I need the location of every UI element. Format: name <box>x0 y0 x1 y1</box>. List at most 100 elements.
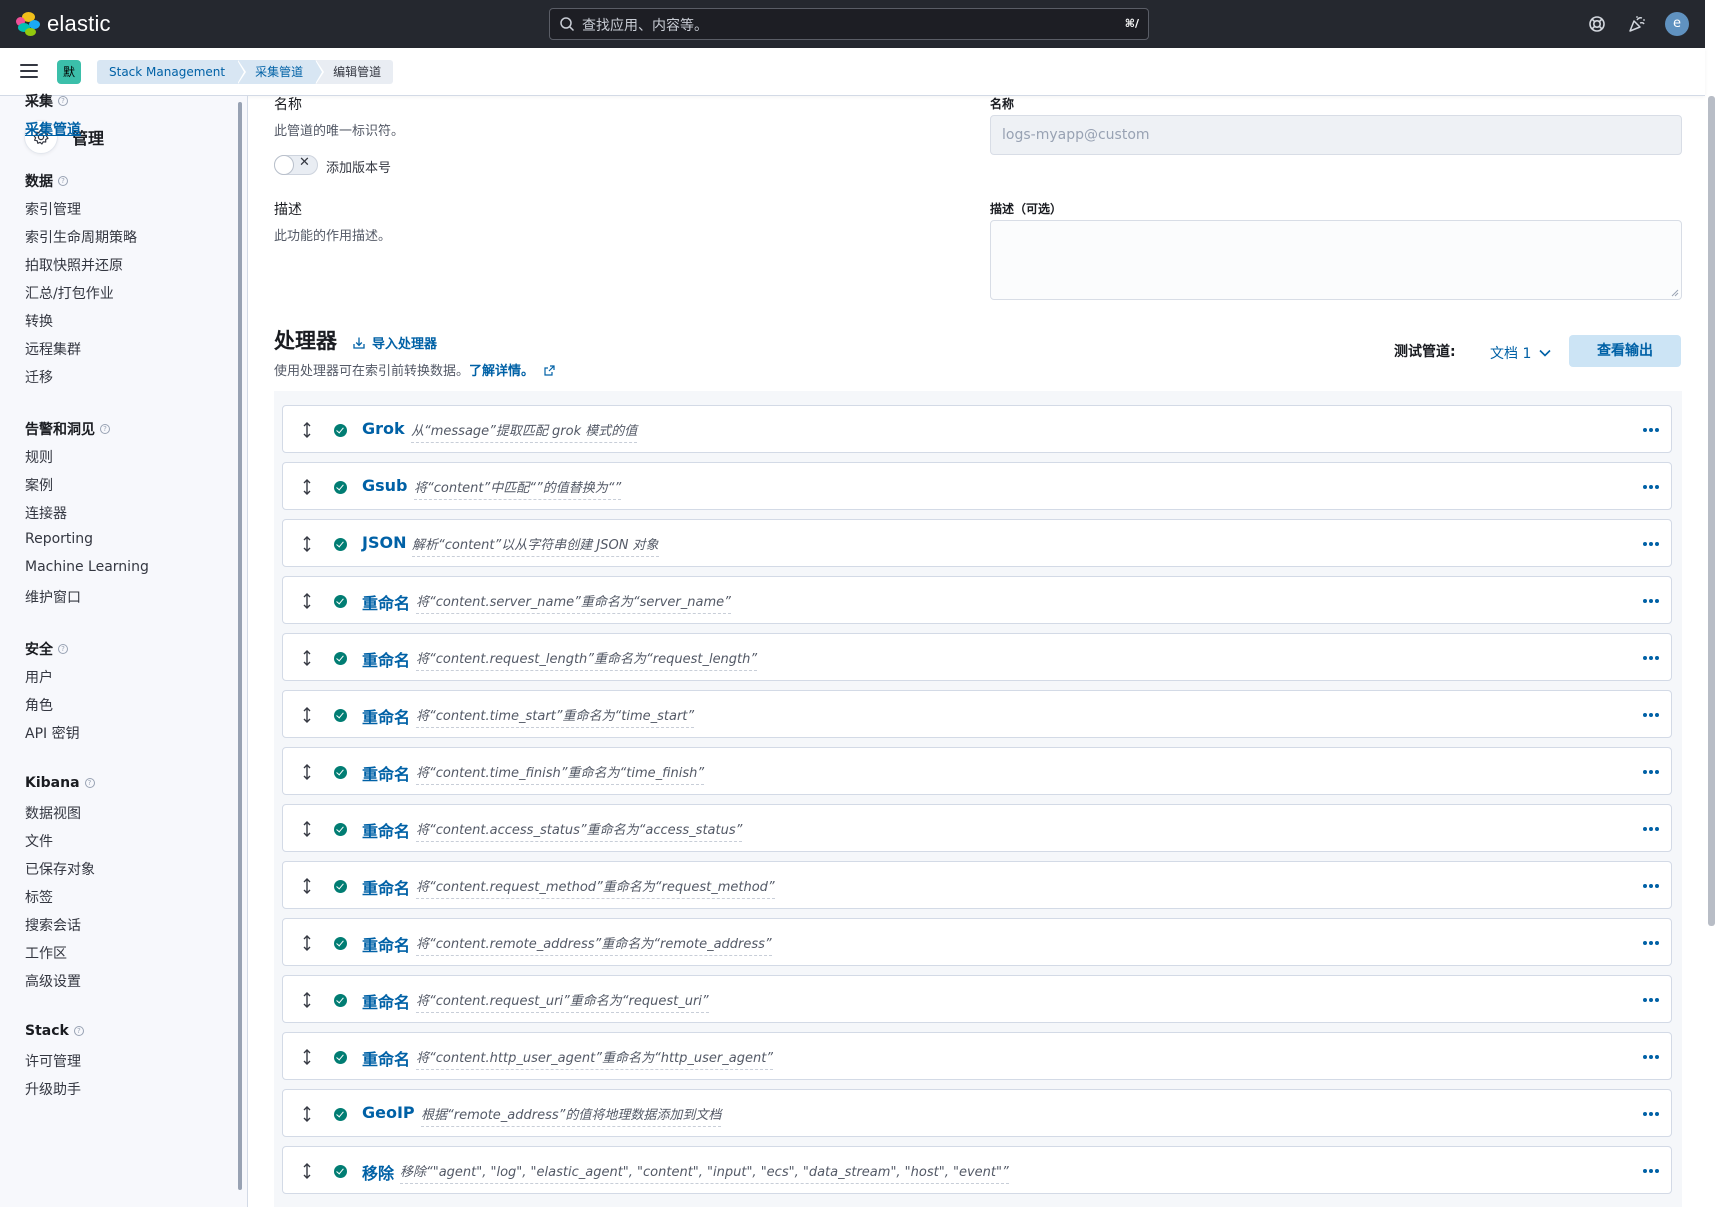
processor-name[interactable]: 重命名 <box>362 590 410 614</box>
drag-handle-icon[interactable] <box>301 991 313 1009</box>
sidebar-item[interactable]: 汇总/打包作业 <box>25 283 114 303</box>
drag-handle-icon[interactable] <box>301 592 313 610</box>
more-actions-icon[interactable] <box>1643 1112 1659 1116</box>
menu-toggle-icon[interactable] <box>20 64 38 78</box>
sidebar-scrollbar[interactable] <box>238 102 242 1190</box>
sidebar-item[interactable]: 用户 <box>25 667 53 687</box>
sidebar-item[interactable]: 远程集群 <box>25 339 81 359</box>
sidebar-item[interactable]: 索引生命周期策略 <box>25 227 137 247</box>
sidebar-item[interactable]: 工作区 <box>25 943 67 963</box>
processor-row[interactable]: 重命名 将“content.remote_address”重命名为“remote_… <box>282 918 1672 966</box>
processor-name[interactable]: 重命名 <box>362 875 410 899</box>
processor-row[interactable]: 重命名 将“content.access_status”重命名为“access_s… <box>282 804 1672 852</box>
sidebar-item[interactable]: 搜索会话 <box>25 915 81 935</box>
sidebar-item[interactable]: 标签 <box>25 887 53 907</box>
processor-name[interactable]: 重命名 <box>362 1046 410 1070</box>
page-scrollbar[interactable] <box>1708 96 1715 926</box>
pipeline-description-textarea[interactable] <box>990 220 1682 300</box>
sidebar-item[interactable]: 采集管道 <box>25 119 81 139</box>
processor-name[interactable]: 重命名 <box>362 647 410 671</box>
sidebar-item[interactable]: 索引管理 <box>25 199 81 219</box>
processor-name[interactable]: GeoIP <box>362 1103 415 1122</box>
processor-description[interactable]: 解析“content”以从字符串创建 JSON 对象 <box>412 534 659 557</box>
news-feed-icon[interactable] <box>1627 14 1647 34</box>
sidebar-item[interactable]: 数据视图 <box>25 803 81 823</box>
drag-handle-icon[interactable] <box>301 535 313 553</box>
import-processors-link[interactable]: 导入处理器 <box>352 333 437 352</box>
info-icon[interactable]: ? <box>84 778 95 788</box>
test-document-select[interactable]: 文档 1 <box>1490 343 1551 363</box>
processor-name[interactable]: 重命名 <box>362 989 410 1013</box>
processor-row[interactable]: 重命名 将“content.server_name”重命名为“server_nam… <box>282 576 1672 624</box>
more-actions-icon[interactable] <box>1643 428 1659 432</box>
processor-row[interactable]: GeoIP 根据“remote_address”的值将地理数据添加到文档 <box>282 1089 1672 1137</box>
processor-name[interactable]: 重命名 <box>362 818 410 842</box>
resize-handle-icon[interactable] <box>1671 289 1679 297</box>
drag-handle-icon[interactable] <box>301 1105 313 1123</box>
sidebar-item[interactable]: 已保存对象 <box>25 859 95 879</box>
drag-handle-icon[interactable] <box>301 478 313 496</box>
more-actions-icon[interactable] <box>1643 542 1659 546</box>
drag-handle-icon[interactable] <box>301 934 313 952</box>
sidebar-item[interactable]: 连接器 <box>25 503 67 523</box>
pipeline-name-input[interactable]: logs-myapp@custom <box>990 115 1682 155</box>
processor-name[interactable]: 重命名 <box>362 704 410 728</box>
processor-name[interactable]: 重命名 <box>362 761 410 785</box>
processor-description[interactable]: 将“content.http_user_agent”重命名为“http_user… <box>416 1047 774 1070</box>
processor-description[interactable]: 从“message”提取匹配 grok 模式的值 <box>411 420 638 443</box>
processor-row[interactable]: 重命名 将“content.request_length”重命名为“request… <box>282 633 1672 681</box>
processor-description[interactable]: 移除“"agent", "log", "elastic_agent", "con… <box>400 1161 1009 1184</box>
processor-row[interactable]: JSON 解析“content”以从字符串创建 JSON 对象 <box>282 519 1672 567</box>
processor-name[interactable]: Grok <box>362 419 405 438</box>
processor-row[interactable]: 重命名 将“content.request_method”重命名为“request… <box>282 861 1672 909</box>
info-icon[interactable]: ? <box>58 644 68 654</box>
space-avatar[interactable]: 默 <box>57 60 81 84</box>
more-actions-icon[interactable] <box>1643 1169 1659 1173</box>
sidebar-item[interactable]: 转换 <box>25 311 53 331</box>
processor-description[interactable]: 将“content.time_start”重命名为“time_start” <box>416 705 695 728</box>
more-actions-icon[interactable] <box>1643 656 1659 660</box>
sidebar-item[interactable]: 案例 <box>25 475 53 495</box>
processor-row[interactable]: 重命名 将“content.http_user_agent”重命名为“http_u… <box>282 1032 1672 1080</box>
breadcrumb-ingest-pipelines[interactable]: 采集管道 <box>237 60 325 84</box>
user-avatar[interactable]: e <box>1665 12 1689 36</box>
elastic-logo[interactable]: elastic <box>16 11 111 37</box>
drag-handle-icon[interactable] <box>301 820 313 838</box>
processor-name[interactable]: 重命名 <box>362 932 410 956</box>
processor-description[interactable]: 将“content.request_method”重命名为“request_me… <box>416 876 775 899</box>
more-actions-icon[interactable] <box>1643 884 1659 888</box>
processor-row[interactable]: 重命名 将“content.request_uri”重命名为“request_ur… <box>282 975 1672 1023</box>
sidebar-item[interactable]: 升级助手 <box>25 1079 81 1099</box>
processor-row[interactable]: 重命名 将“content.time_start”重命名为“time_start” <box>282 690 1672 738</box>
drag-handle-icon[interactable] <box>301 1162 313 1180</box>
processor-name[interactable]: 移除 <box>362 1160 394 1184</box>
global-search-input[interactable]: 查找应用、内容等。 ⌘/ <box>549 8 1149 40</box>
processor-row[interactable]: 重命名 将“content.time_finish”重命名为“time_finis… <box>282 747 1672 795</box>
version-toggle[interactable]: ✕ <box>274 155 318 175</box>
processor-description[interactable]: 将“content”中匹配“”的值替换为“” <box>414 477 622 500</box>
processor-description[interactable]: 将“content.remote_address”重命名为“remote_add… <box>416 933 772 956</box>
drag-handle-icon[interactable] <box>301 421 313 439</box>
help-icon[interactable] <box>1587 14 1607 34</box>
processor-description[interactable]: 将“content.request_length”重命名为“request_le… <box>416 648 758 671</box>
more-actions-icon[interactable] <box>1643 998 1659 1002</box>
info-icon[interactable]: ? <box>58 176 68 186</box>
sidebar-item[interactable]: 许可管理 <box>25 1051 81 1071</box>
drag-handle-icon[interactable] <box>301 763 313 781</box>
view-output-button[interactable]: 查看输出 <box>1569 335 1681 367</box>
learn-more-link[interactable]: 了解详情。 <box>469 364 534 379</box>
sidebar-item[interactable]: API 密钥 <box>25 723 80 743</box>
more-actions-icon[interactable] <box>1643 713 1659 717</box>
processor-row[interactable]: 移除 移除“"agent", "log", "elastic_agent", "c… <box>282 1146 1672 1194</box>
processor-description[interactable]: 将“content.access_status”重命名为“access_stat… <box>416 819 743 842</box>
breadcrumb-stack-management[interactable]: Stack Management <box>97 60 247 84</box>
processor-description[interactable]: 将“content.time_finish”重命名为“time_finish” <box>416 762 705 785</box>
more-actions-icon[interactable] <box>1643 941 1659 945</box>
info-icon[interactable]: ? <box>100 424 110 434</box>
processor-name[interactable]: JSON <box>362 533 406 552</box>
more-actions-icon[interactable] <box>1643 1055 1659 1059</box>
processor-description[interactable]: 将“content.server_name”重命名为“server_name” <box>416 591 731 614</box>
processor-description[interactable]: 将“content.request_uri”重命名为“request_uri” <box>416 990 709 1013</box>
sidebar-item[interactable]: 高级设置 <box>25 971 81 991</box>
info-icon[interactable]: ? <box>73 1026 84 1036</box>
